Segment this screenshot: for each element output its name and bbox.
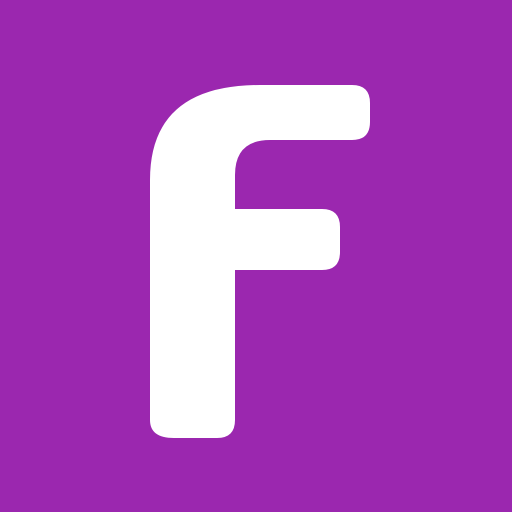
app-icon	[0, 0, 512, 512]
letter-f-logo-icon	[0, 0, 512, 512]
